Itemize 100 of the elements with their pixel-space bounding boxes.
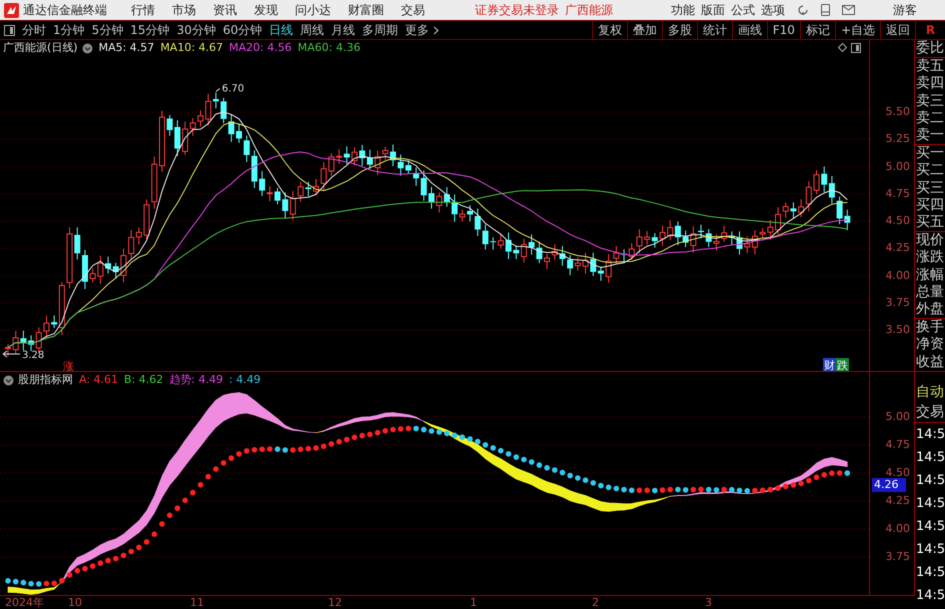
axis-label: 12	[328, 596, 342, 609]
period-tab[interactable]: 15分钟	[130, 21, 170, 39]
chart-title: 广西能源(日线)	[3, 40, 78, 56]
quote-field-label: 外盘	[915, 301, 945, 320]
panel-switch-button[interactable]: R	[915, 21, 945, 39]
quote-field-label: 买五	[915, 214, 945, 232]
menu-item[interactable]: 行情	[131, 1, 155, 19]
menu-item[interactable]: 问小达	[295, 1, 331, 19]
quote-field-label: 卖四	[915, 75, 945, 93]
trade-time: 14:5	[915, 495, 945, 513]
period-tab[interactable]: 月线	[331, 21, 356, 39]
moving-average-value: MA10: 4.67	[160, 40, 224, 56]
axis-label: 11	[190, 596, 204, 609]
quote-field-label: 收益	[915, 354, 945, 371]
quote-field-label: 卖二	[915, 110, 945, 128]
toolbar-button[interactable]: 画线	[732, 21, 767, 39]
axis-label: 4.00	[886, 522, 910, 536]
fall-marker: 跌	[836, 358, 849, 371]
indicator-value: 趋势: 4.49	[169, 372, 223, 388]
login-status: 证券交易未登录	[475, 2, 559, 19]
stock-name[interactable]: 广西能源	[565, 1, 613, 19]
app-title: 通达信金融终端	[23, 2, 107, 19]
quote-field-label: 总量	[915, 284, 945, 302]
axis-label: 3	[705, 596, 712, 609]
moving-average-value: MA60: 4.36	[298, 40, 360, 56]
period-tab[interactable]: 30分钟	[176, 21, 216, 39]
axis-label: 4.25	[886, 494, 910, 508]
trade-time: 14:5	[915, 564, 945, 582]
moving-average-value: MA20: 4.56	[229, 40, 292, 56]
indicator-value: : 4.49	[228, 372, 261, 388]
axis-label: 5.25	[886, 132, 910, 146]
trade-time: 14:5	[915, 449, 945, 467]
axis-label: 4.75	[886, 438, 910, 452]
toolbar-button[interactable]: 叠加	[626, 21, 662, 39]
period-tab[interactable]: 多周期	[362, 21, 398, 39]
quote-field-label: 现价	[915, 232, 945, 250]
period-tab[interactable]: 周线	[300, 21, 324, 39]
period-tab[interactable]: 更多	[405, 21, 430, 39]
menu-item[interactable]: 市场	[172, 1, 196, 19]
axis-label: 5.50	[886, 105, 910, 119]
axis-label: 4.75	[886, 186, 910, 201]
axis-label: 4.00	[886, 268, 910, 282]
toolbar-button[interactable]: +自选	[834, 21, 880, 39]
trade-time: 14:5	[915, 541, 945, 559]
cursor-value-label: 4.26	[872, 478, 906, 492]
axis-label: 5.00	[886, 410, 910, 424]
axis-label: 3.75	[886, 296, 910, 310]
trade-time: 14:5	[915, 518, 945, 536]
axis-label: 3.50	[886, 323, 910, 337]
quote-field-label: 卖三	[915, 92, 945, 110]
axis-label: 2024年	[5, 596, 44, 609]
toolbar-button[interactable]: 返回	[880, 21, 915, 39]
menu-item[interactable]: 选项	[761, 1, 785, 19]
quote-field-label: 涨幅	[915, 266, 945, 284]
toolbar-button[interactable]: 复权	[592, 21, 627, 39]
quote-field-label: 买三	[915, 180, 945, 197]
column-header: 交易	[915, 402, 945, 423]
menu-item[interactable]: 交易	[401, 1, 425, 19]
quote-field-label: 买四	[915, 196, 945, 214]
menu-item[interactable]: 财富圈	[348, 1, 384, 19]
finance-marker: 财	[823, 358, 836, 371]
toolbar-button[interactable]: F10	[766, 21, 800, 39]
user-name[interactable]: 游客	[893, 1, 917, 19]
trade-time: 14:5	[915, 587, 945, 605]
period-tab[interactable]: 1分钟	[53, 21, 85, 39]
quote-field-label: 卖一	[915, 127, 945, 146]
quote-field-label: 净资	[915, 336, 945, 354]
quote-field-label: 买二	[915, 162, 945, 180]
axis-label: 5.00	[886, 160, 910, 174]
moving-average-value: MA5: 4.57	[98, 40, 154, 56]
high-price-label: 6.70	[222, 84, 244, 94]
menu-item[interactable]: 发现	[254, 1, 278, 19]
period-tab[interactable]: 5分钟	[92, 21, 124, 39]
mode-label[interactable]: 自动	[915, 382, 945, 402]
period-tab[interactable]: 分时	[22, 21, 46, 39]
axis-label: 2	[592, 596, 599, 609]
axis-label: 4.25	[886, 241, 910, 256]
menu-item[interactable]: 资讯	[213, 1, 237, 19]
menu-item[interactable]: 公式	[731, 1, 755, 19]
trade-time: 14:5	[915, 426, 945, 444]
axis-label: 10	[68, 596, 82, 609]
quote-field-label: 卖五	[915, 58, 945, 76]
axis-label: 4.50	[886, 214, 910, 228]
quote-field-label: 换手	[915, 319, 945, 336]
menu-item[interactable]: 版面	[701, 1, 725, 19]
quote-field-label: 委比	[915, 40, 945, 58]
toolbar-button[interactable]: 多股	[662, 21, 697, 39]
low-price-label: 3.28	[22, 350, 44, 361]
quote-field-label: 买一	[915, 145, 945, 162]
period-tab[interactable]: 60分钟	[222, 21, 262, 39]
axis-label: 3.75	[886, 550, 910, 564]
toolbar-button[interactable]: 标记	[800, 21, 835, 39]
indicator-value: B: 4.62	[124, 372, 164, 388]
period-tab[interactable]: 日线	[269, 21, 294, 39]
trade-time: 14:5	[915, 472, 945, 490]
axis-label: 1	[470, 596, 477, 609]
quote-field-label: 涨跌	[915, 249, 945, 267]
toolbar-button[interactable]: 统计	[696, 21, 732, 39]
indicator-title: 股朋指标网	[18, 372, 73, 388]
menu-item[interactable]: 功能	[671, 1, 695, 19]
